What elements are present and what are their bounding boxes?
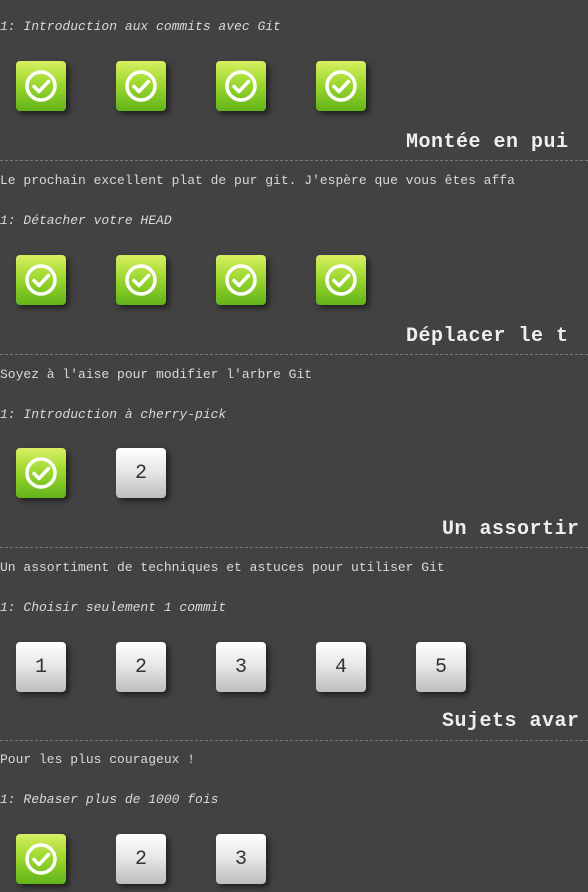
check-circle-icon (125, 70, 157, 102)
level-number: 4 (334, 655, 347, 679)
section-divider (0, 740, 588, 741)
check-circle-icon (225, 70, 257, 102)
section-title: Sujets avar (442, 710, 580, 733)
level-number: 2 (134, 655, 147, 679)
section-description: Soyez à l'aise pour modifier l'arbre Git (0, 367, 313, 382)
check-circle-icon (125, 264, 157, 296)
level-number: 3 (234, 847, 247, 871)
level-button-3[interactable]: 3 (216, 642, 266, 692)
check-circle-icon (325, 264, 357, 296)
level-button-3[interactable] (216, 61, 266, 111)
level-button-4[interactable] (316, 255, 366, 305)
level-number: 1 (34, 655, 47, 679)
section-title: Déplacer le t (406, 325, 569, 348)
level-button-1[interactable] (16, 61, 66, 111)
level-name: 1: Choisir seulement 1 commit (0, 600, 227, 615)
level-number: 2 (134, 461, 147, 485)
section-description: Le prochain excellent plat de pur git. J… (0, 173, 515, 188)
level-button-5[interactable]: 5 (416, 642, 466, 692)
level-button-1[interactable]: 1 (16, 642, 66, 692)
level-button-2[interactable]: 2 (116, 834, 166, 884)
level-button-2[interactable] (116, 61, 166, 111)
section-divider (0, 354, 588, 355)
level-name: 1: Détacher votre HEAD (0, 213, 172, 228)
level-button-2[interactable] (116, 255, 166, 305)
check-circle-icon (325, 70, 357, 102)
level-button-1[interactable] (16, 834, 66, 884)
check-circle-icon (25, 843, 57, 875)
section-divider (0, 547, 588, 548)
section-title: Un assortir (442, 518, 580, 541)
level-button-3[interactable]: 3 (216, 834, 266, 884)
level-button-4[interactable] (316, 61, 366, 111)
level-button-2[interactable]: 2 (116, 448, 166, 498)
check-circle-icon (225, 264, 257, 296)
level-button-4[interactable]: 4 (316, 642, 366, 692)
level-number: 2 (134, 847, 147, 871)
section-divider (0, 160, 588, 161)
level-button-2[interactable]: 2 (116, 642, 166, 692)
level-number: 3 (234, 655, 247, 679)
level-select-panel: 1: Introduction aux commits avec Git Mon… (0, 0, 588, 892)
section-title: Montée en pui (406, 131, 569, 154)
level-name: 1: Introduction à cherry-pick (0, 407, 227, 422)
level-button-1[interactable] (16, 255, 66, 305)
section-description: Un assortiment de techniques et astuces … (0, 560, 445, 575)
level-number: 5 (434, 655, 447, 679)
level-name: 1: Introduction aux commits avec Git (0, 19, 281, 34)
check-circle-icon (25, 457, 57, 489)
section-description: Pour les plus courageux ! (0, 752, 196, 767)
level-button-1[interactable] (16, 448, 66, 498)
level-name: 1: Rebaser plus de 1000 fois (0, 792, 219, 807)
check-circle-icon (25, 264, 57, 296)
check-circle-icon (25, 70, 57, 102)
level-button-3[interactable] (216, 255, 266, 305)
